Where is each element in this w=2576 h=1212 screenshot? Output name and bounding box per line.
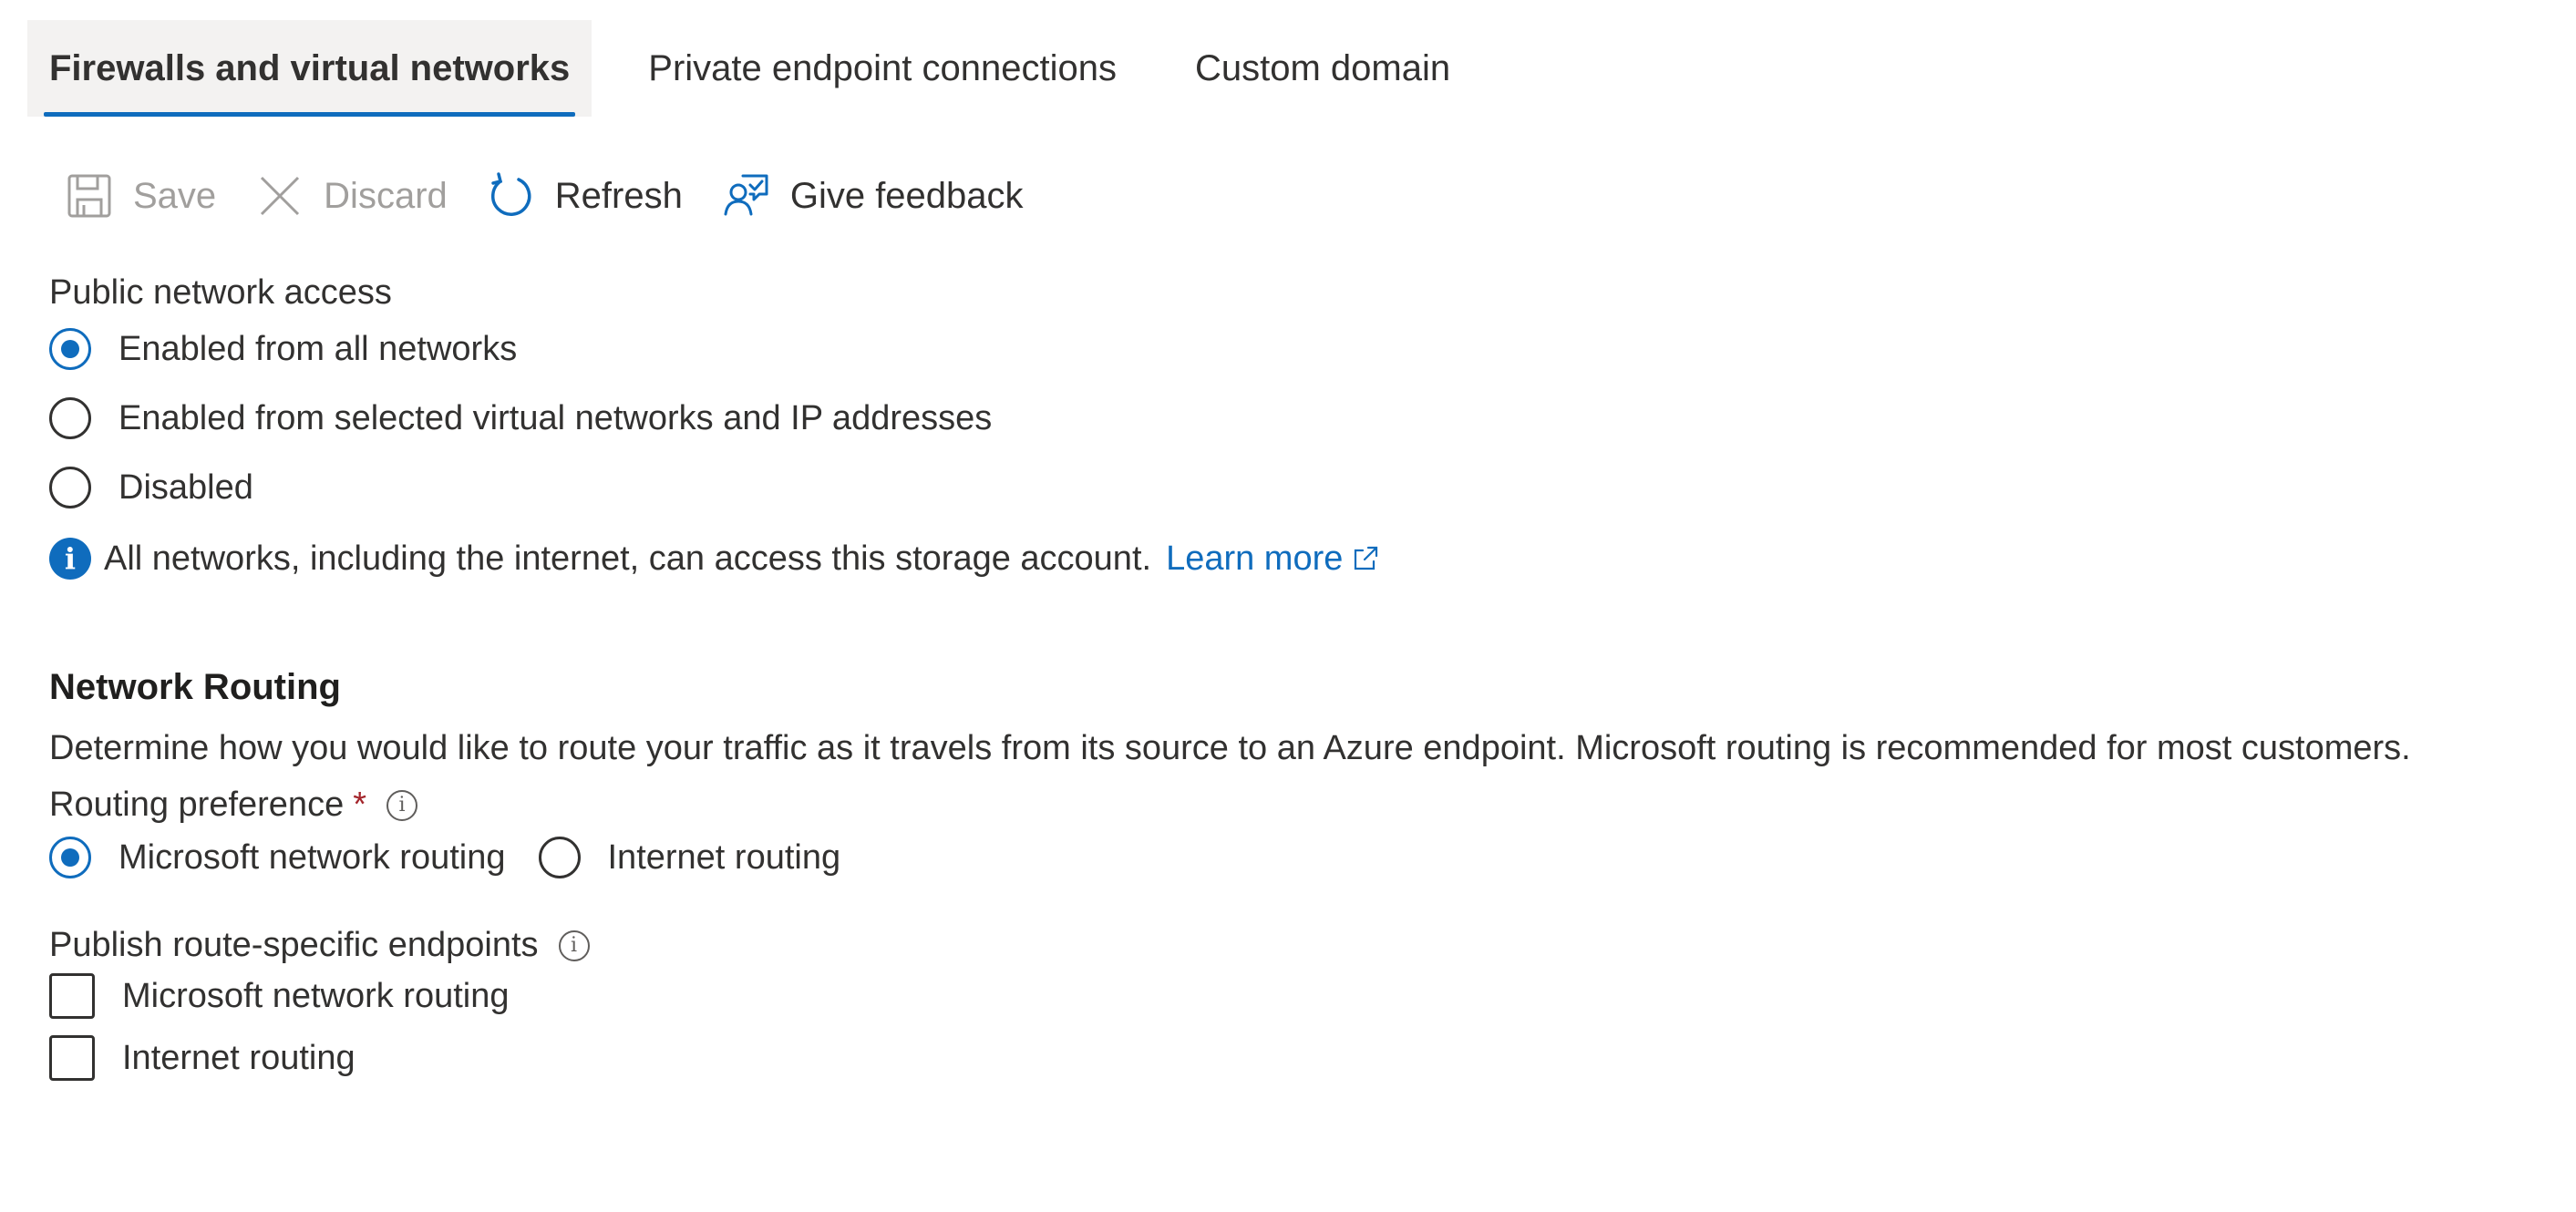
give-feedback-label: Give feedback: [789, 175, 1024, 216]
radio-internet-routing[interactable]: Internet routing: [538, 837, 841, 878]
save-icon: [66, 172, 113, 220]
routing-preference-group: Microsoft network routing Internet routi…: [49, 837, 873, 878]
save-button[interactable]: Save: [66, 172, 216, 220]
checkbox-microsoft-network-routing[interactable]: Microsoft network routing: [49, 973, 510, 1019]
save-label: Save: [133, 175, 217, 216]
command-bar: Save Discard Refresh Give feedback: [66, 168, 1064, 224]
radio-label: Enabled from all networks: [118, 329, 518, 368]
radio-button[interactable]: [49, 467, 91, 508]
tab-label: Custom domain: [1194, 47, 1451, 88]
tab-custom-domain[interactable]: Custom domain: [1173, 20, 1472, 117]
radio-button[interactable]: [49, 837, 91, 878]
routing-preference-label: Routing preference * i: [49, 786, 418, 825]
learn-more-link[interactable]: Learn more: [1166, 539, 1379, 579]
info-message: i All networks, including the internet, …: [49, 538, 1379, 580]
tab-label: Private endpoint connections: [648, 47, 1117, 88]
radio-label: Internet routing: [607, 837, 841, 877]
tab-private-endpoint-connections[interactable]: Private endpoint connections: [626, 20, 1139, 117]
tab-bar: Firewalls and virtual networks Private e…: [27, 20, 1507, 117]
radio-label: Enabled from selected virtual networks a…: [118, 398, 993, 437]
routing-preference-text: Routing preference: [49, 786, 345, 824]
radio-enabled-selected-networks[interactable]: Enabled from selected virtual networks a…: [49, 397, 992, 439]
radio-button[interactable]: [49, 328, 91, 370]
info-tooltip-icon[interactable]: i: [386, 789, 418, 821]
network-settings-page: Firewalls and virtual networks Private e…: [0, 0, 2576, 1212]
radio-label: Disabled: [118, 467, 253, 507]
tab-firewalls-and-virtual-networks[interactable]: Firewalls and virtual networks: [27, 20, 592, 117]
discard-button[interactable]: Discard: [256, 172, 448, 220]
give-feedback-button[interactable]: Give feedback: [723, 172, 1024, 220]
publish-endpoints-text: Publish route-specific endpoints: [49, 926, 539, 964]
refresh-icon: [488, 172, 535, 220]
radio-disabled[interactable]: Disabled: [49, 467, 253, 508]
publish-endpoints-label: Publish route-specific endpoints i: [49, 926, 590, 965]
close-icon: [256, 172, 304, 220]
network-routing-description: Determine how you would like to route yo…: [49, 729, 2411, 767]
radio-button[interactable]: [49, 397, 91, 439]
checkbox-internet-routing[interactable]: Internet routing: [49, 1035, 355, 1081]
tab-label: Firewalls and virtual networks: [49, 47, 571, 88]
refresh-button[interactable]: Refresh: [488, 172, 683, 220]
info-icon: i: [49, 538, 91, 580]
radio-label: Microsoft network routing: [118, 837, 506, 877]
info-text: All networks, including the internet, ca…: [104, 539, 1152, 578]
radio-enabled-all-networks[interactable]: Enabled from all networks: [49, 328, 517, 370]
checkbox-label: Internet routing: [122, 1038, 355, 1077]
discard-label: Discard: [324, 175, 448, 216]
info-tooltip-icon[interactable]: i: [558, 930, 590, 961]
required-marker: *: [353, 786, 367, 824]
radio-button[interactable]: [538, 837, 581, 878]
network-routing-heading: Network Routing: [49, 667, 341, 707]
radio-microsoft-network-routing[interactable]: Microsoft network routing: [49, 837, 506, 878]
checkbox[interactable]: [49, 1035, 95, 1081]
learn-more-label: Learn more: [1166, 539, 1344, 578]
checkbox-label: Microsoft network routing: [122, 976, 510, 1015]
public-network-access-label: Public network access: [49, 273, 392, 312]
external-link-icon: [1352, 545, 1379, 572]
feedback-icon: [723, 172, 770, 220]
refresh-label: Refresh: [554, 175, 683, 216]
checkbox[interactable]: [49, 973, 95, 1019]
